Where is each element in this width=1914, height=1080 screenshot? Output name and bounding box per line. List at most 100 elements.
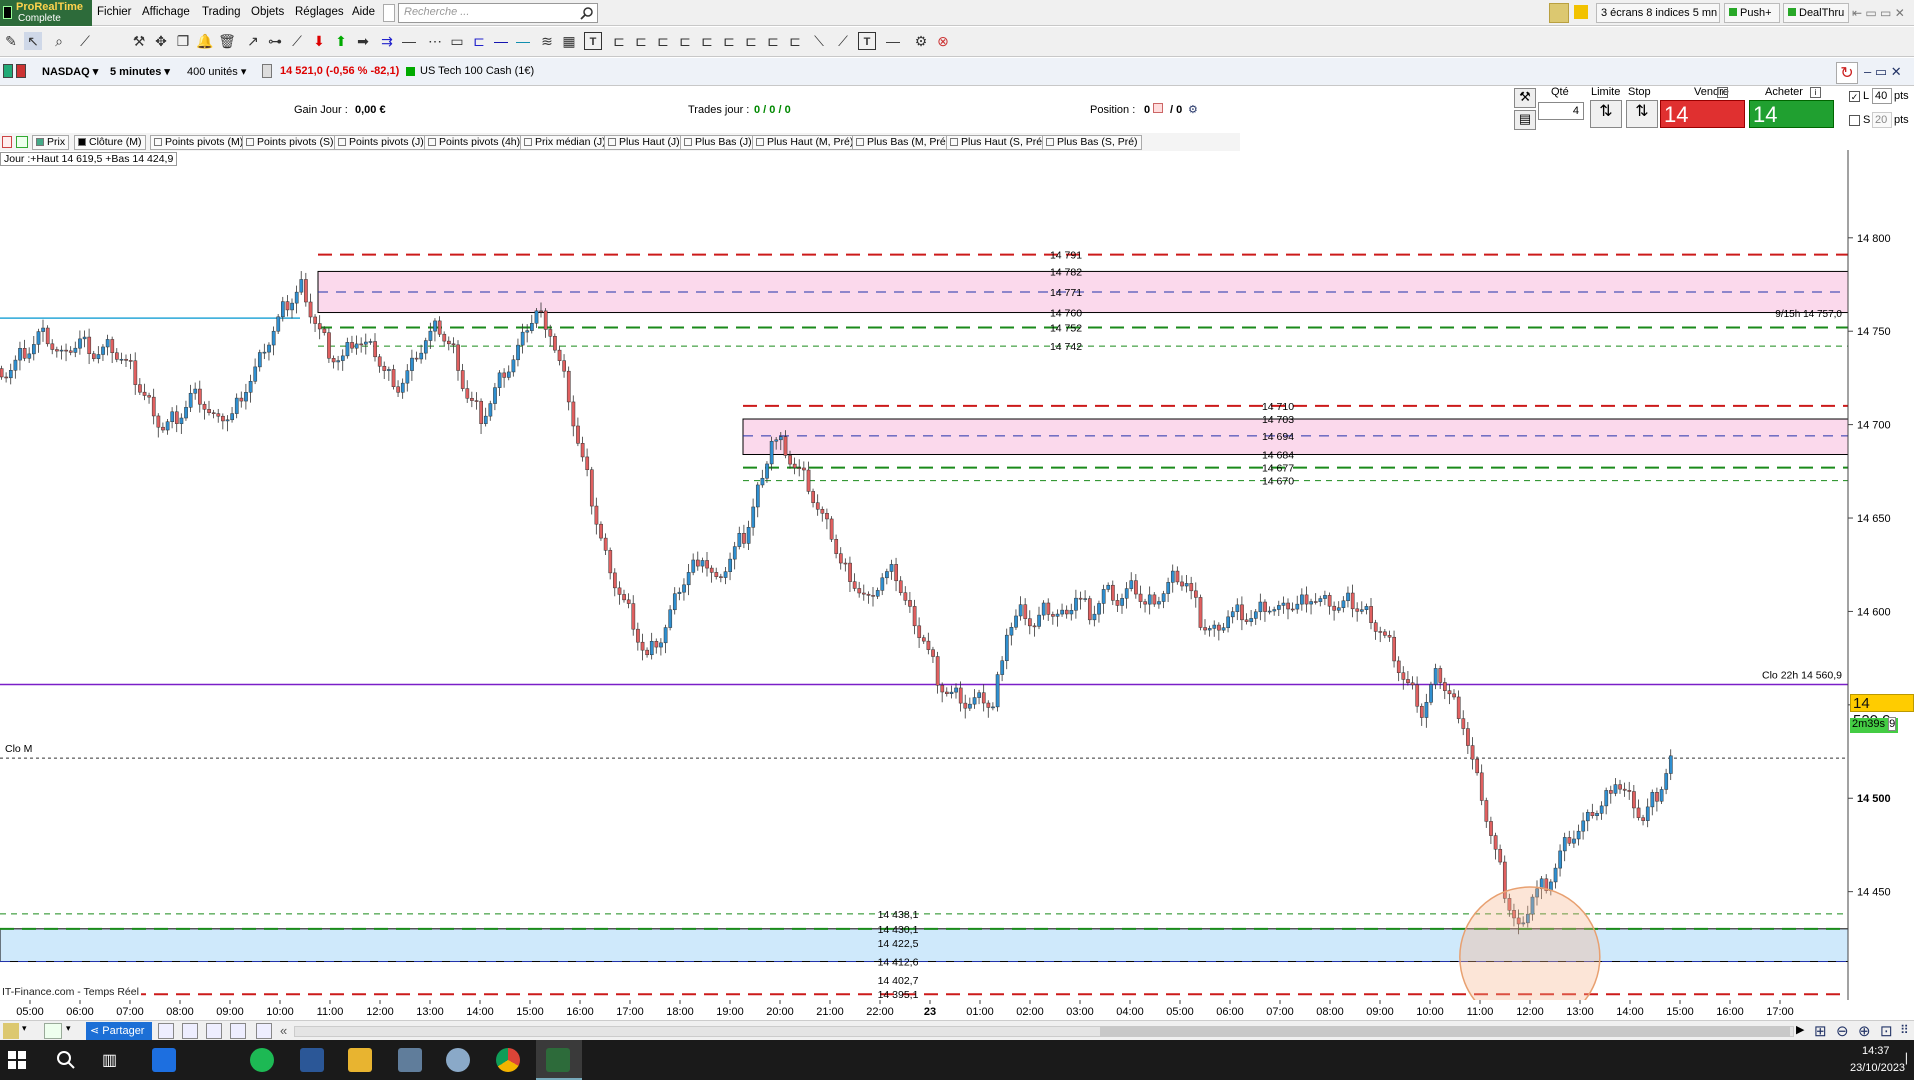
ruler-icon[interactable]: ⟋ xyxy=(76,32,94,50)
regression2-icon[interactable]: ⊏ xyxy=(632,32,650,50)
buy-info-icon[interactable]: i xyxy=(1810,87,1821,98)
scroll-right-icon[interactable]: ▶ xyxy=(1796,1023,1804,1036)
delete-objects-icon[interactable]: ⊗ xyxy=(934,32,952,50)
arrow-line-icon[interactable]: ↗ xyxy=(244,32,262,50)
segment-icon[interactable]: ⊶ xyxy=(266,32,284,50)
legend-checkbox-icon[interactable] xyxy=(1046,138,1054,146)
chrome-icon[interactable] xyxy=(496,1048,520,1072)
l-points-input[interactable]: 40 xyxy=(1872,88,1892,104)
alert-flag-icon[interactable] xyxy=(1574,5,1588,19)
layout-icon[interactable] xyxy=(206,1023,222,1039)
ruler2-icon[interactable]: ⟋ xyxy=(834,32,852,50)
fibonacci-icon[interactable]: ⋯ xyxy=(426,32,444,50)
partager-button[interactable]: ⋖ Partager xyxy=(86,1022,152,1040)
buy-button[interactable]: 14 522,0 xyxy=(1749,100,1834,153)
legend-item[interactable]: Clôture (M) xyxy=(74,135,146,150)
regression6-icon[interactable]: ⊏ xyxy=(720,32,738,50)
regression8-icon[interactable]: ⊏ xyxy=(764,32,782,50)
scrollbar-thumb[interactable] xyxy=(1100,1026,1790,1037)
file-explorer-icon[interactable] xyxy=(348,1048,372,1072)
regression9-icon[interactable]: ⊏ xyxy=(786,32,804,50)
legend-checkbox-icon[interactable] xyxy=(246,138,254,146)
legend-checkbox-icon[interactable] xyxy=(338,138,346,146)
add-indicator-icon[interactable] xyxy=(2,136,12,148)
s-checkbox[interactable] xyxy=(1849,115,1860,126)
legend-item[interactable]: Plus Bas (J) xyxy=(680,135,756,150)
limit-order-button[interactable]: ⇅ xyxy=(1590,100,1622,128)
legend-item[interactable]: Points pivots (J) xyxy=(334,135,428,150)
right-arrow-icon[interactable]: ➡ xyxy=(354,32,372,50)
screenshot-icon[interactable] xyxy=(158,1023,174,1039)
legend-checkbox-icon[interactable] xyxy=(36,138,44,146)
chart-style-dropdown-icon[interactable]: ▾ xyxy=(22,1023,27,1034)
zoom-reset-icon[interactable]: ⊡ xyxy=(1880,1022,1893,1040)
indicator-dropdown-icon[interactable]: ▾ xyxy=(66,1023,71,1034)
alert-bell-icon[interactable]: 🔔 xyxy=(196,32,214,50)
timeframe-select[interactable]: 5 minutes ▾ xyxy=(110,65,170,78)
stop-order-button[interactable]: ⇅ xyxy=(1626,100,1658,128)
regression3-icon[interactable]: ⊏ xyxy=(654,32,672,50)
wrench-icon[interactable]: ⚒ xyxy=(130,32,148,50)
grip-icon[interactable]: ⠿ xyxy=(1900,1023,1909,1037)
calculator-icon[interactable] xyxy=(398,1048,422,1072)
legend-item[interactable]: Points pivots (S) xyxy=(242,135,338,150)
menu-affichage[interactable]: Affichage xyxy=(142,6,190,18)
text2-icon[interactable]: T xyxy=(858,32,876,50)
regression-icon[interactable]: ⊏ xyxy=(610,32,628,50)
settings-cog-icon[interactable]: ⚙ xyxy=(912,32,930,50)
move-icon[interactable]: ✥ xyxy=(152,32,170,50)
desktop-app-icon[interactable] xyxy=(152,1048,176,1072)
pencil-icon[interactable]: ✎ xyxy=(2,32,20,50)
price-chart[interactable]: 9/15h 14 757,0 Clo 22h 14 560,9 Clo M 14 7… xyxy=(0,150,1914,1000)
menu-trading[interactable]: Trading xyxy=(202,6,241,18)
order-tools-icon[interactable]: ⚒ xyxy=(1514,88,1536,108)
cursor-icon[interactable]: ↖ xyxy=(24,32,42,50)
search-input[interactable]: Recherche ... xyxy=(398,3,598,23)
order-icon[interactable] xyxy=(262,64,272,78)
down-arrow-icon[interactable]: ⬇ xyxy=(310,32,328,50)
trash-icon[interactable]: 🗑 xyxy=(218,32,236,50)
l-checkbox[interactable]: ✓ xyxy=(1849,91,1860,102)
s-points-input[interactable]: 20 xyxy=(1872,112,1892,128)
paint-icon[interactable] xyxy=(446,1048,470,1072)
compare-icon[interactable] xyxy=(256,1023,272,1039)
legend-checkbox-icon[interactable] xyxy=(684,138,692,146)
menu-objets[interactable]: Objets xyxy=(251,6,284,18)
grid-icon[interactable]: ▦ xyxy=(560,32,578,50)
spotify-icon[interactable] xyxy=(250,1048,274,1072)
notification-icon[interactable]: ▏ xyxy=(1906,1054,1914,1065)
parallel-icon[interactable]: ⊏ xyxy=(470,32,488,50)
rectangle-icon[interactable]: ▭ xyxy=(448,32,466,50)
search-toggle-icon[interactable] xyxy=(383,4,395,22)
copy-icon[interactable]: ❐ xyxy=(174,32,192,50)
menu-reglages[interactable]: Réglages xyxy=(295,6,344,18)
indicator-config-icon[interactable] xyxy=(16,136,28,148)
screens-button[interactable]: 3 écrans 8 indices 5 mn xyxy=(1596,3,1720,23)
legend-item[interactable]: Prix xyxy=(32,135,70,150)
regression4-icon[interactable]: ⊏ xyxy=(676,32,694,50)
chart-tools-icon[interactable] xyxy=(1549,3,1569,23)
dealthru-button[interactable]: DealThru xyxy=(1783,3,1849,23)
sell-button[interactable]: 14 520,0 xyxy=(1660,100,1745,153)
legend-item[interactable]: Points pivots (M) xyxy=(150,135,248,150)
units-select[interactable]: 400 unités ▾ xyxy=(187,65,246,78)
refresh-icon[interactable]: ↻ xyxy=(1836,62,1858,84)
zoom-out-icon[interactable]: ⊖ xyxy=(1836,1022,1849,1040)
legend-checkbox-icon[interactable] xyxy=(608,138,616,146)
print-icon[interactable] xyxy=(182,1023,198,1039)
order-book-icon[interactable]: ▤ xyxy=(1514,110,1536,130)
chart-style-icon[interactable] xyxy=(3,1023,19,1039)
horizontal-line-icon[interactable]: — xyxy=(400,32,418,50)
hline-cyan-icon[interactable]: — xyxy=(514,32,532,50)
legend-item[interactable]: Plus Haut (J) xyxy=(604,135,684,150)
zoom-icon[interactable]: ⌕ xyxy=(50,32,68,50)
legend-item[interactable]: Plus Bas (M, Pré) xyxy=(852,135,954,150)
text-icon[interactable]: T xyxy=(584,32,602,50)
regression5-icon[interactable]: ⊏ xyxy=(698,32,716,50)
legend-item[interactable]: Plus Haut (M, Pré) xyxy=(752,135,858,150)
regression7-icon[interactable]: ⊏ xyxy=(742,32,760,50)
legend-checkbox-icon[interactable] xyxy=(950,138,958,146)
line-icon[interactable]: — xyxy=(884,32,902,50)
properties-icon[interactable] xyxy=(230,1023,246,1039)
legend-checkbox-icon[interactable] xyxy=(524,138,532,146)
